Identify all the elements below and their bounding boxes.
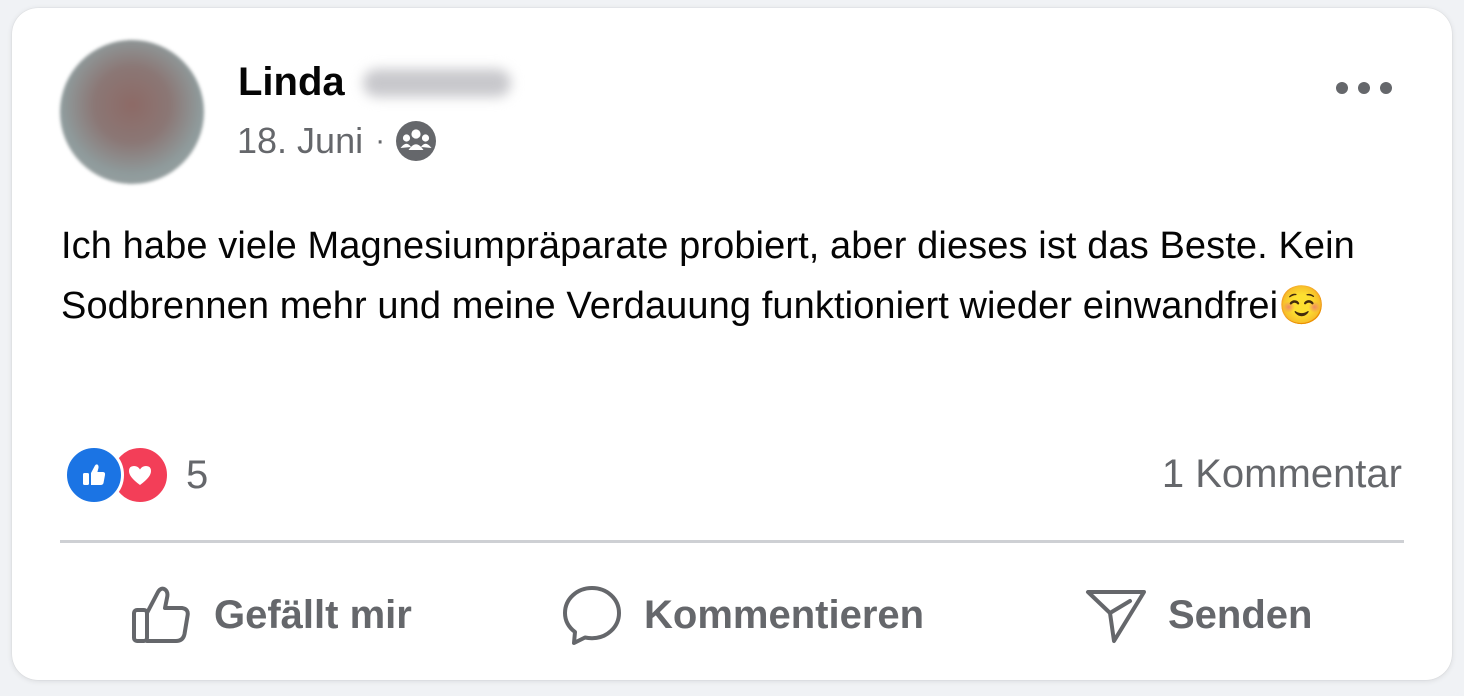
meta-separator: · <box>375 124 386 157</box>
dot-icon <box>1358 82 1370 94</box>
divider <box>60 540 1404 543</box>
like-button[interactable]: Gefällt mir <box>130 580 412 650</box>
reaction-count: 5 <box>186 452 209 497</box>
like-reaction-icon <box>64 445 124 505</box>
post-meta: 18. Juni · <box>237 120 437 162</box>
post-date[interactable]: 18. Juni <box>237 120 363 162</box>
comment-button-label: Kommentieren <box>644 592 925 637</box>
author-row: Linda <box>238 60 511 105</box>
dot-icon <box>1336 82 1348 94</box>
comments-count-link[interactable]: 1 Kommentar <box>1162 452 1402 497</box>
post-text: Ich habe viele Magnesiumpräparate probie… <box>61 225 1355 327</box>
reactions-summary[interactable]: 5 <box>64 445 208 505</box>
avatar[interactable] <box>60 40 204 184</box>
author-last-name-blurred <box>362 68 511 97</box>
author-name[interactable]: Linda <box>238 60 345 105</box>
post-card: Linda 18. Juni · Ich habe viele Magnesiu… <box>12 8 1452 680</box>
comment-button[interactable]: Kommentieren <box>560 580 924 650</box>
like-button-label: Gefällt mir <box>214 592 412 637</box>
send-icon <box>1084 583 1148 647</box>
send-button[interactable]: Senden <box>1084 580 1312 650</box>
group-icon <box>395 120 437 162</box>
send-button-label: Senden <box>1168 592 1313 637</box>
thumbs-up-icon <box>130 583 194 647</box>
dot-icon <box>1380 82 1392 94</box>
more-options-button[interactable] <box>1336 70 1392 106</box>
comment-bubble-icon <box>560 583 624 647</box>
